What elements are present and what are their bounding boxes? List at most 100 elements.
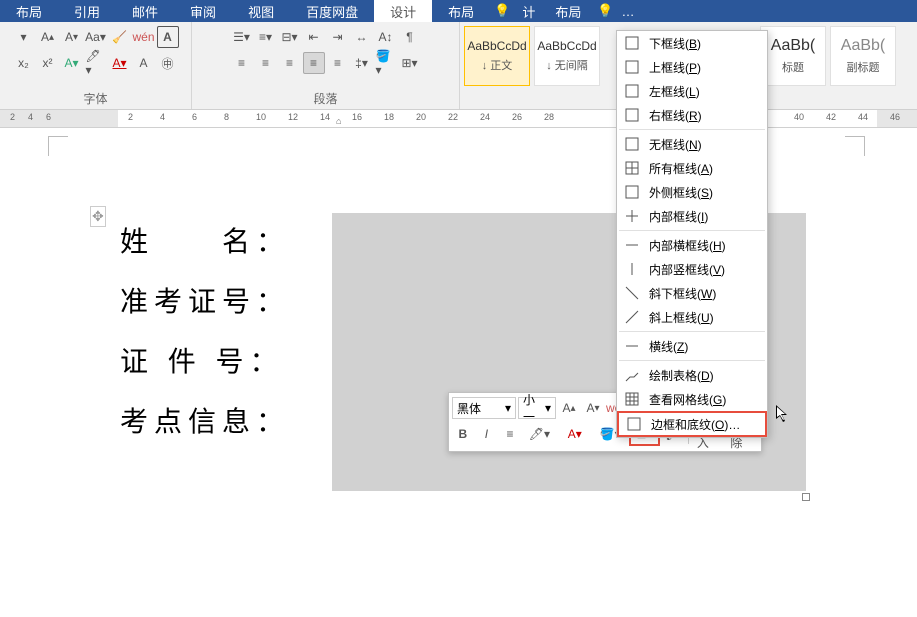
ruler-tick: 46 (890, 112, 900, 122)
sort-button[interactable]: A↕ (375, 26, 397, 48)
ruler-tick: 10 (256, 112, 266, 122)
align-right-button[interactable]: ≡ (279, 52, 301, 74)
subscript-button[interactable]: x₂ (13, 52, 35, 74)
tell-me2[interactable]: 布局 (543, 0, 593, 22)
border-item-label: 右框线(R) (649, 107, 702, 124)
anchor-icon[interactable]: ✥ (90, 206, 106, 227)
border-item-top[interactable]: 上框线(P) (617, 55, 767, 79)
menu-design[interactable]: 设计 (374, 0, 432, 22)
all-border-icon (623, 159, 641, 177)
font-select-dropdown[interactable]: ▾ (13, 26, 35, 48)
resize-handle-br[interactable] (802, 493, 810, 501)
enclose-char-button[interactable]: ㊥ (157, 52, 179, 74)
border-item-diagd[interactable]: 斜下框线(W) (617, 281, 767, 305)
char-shading-button[interactable]: A (133, 52, 155, 74)
border-item-bottom[interactable]: 下框线(B) (617, 31, 767, 55)
border-item-none[interactable]: 无框线(N) (617, 132, 767, 156)
ruler-tick: 20 (416, 112, 426, 122)
ruler-tick: 6 (46, 112, 51, 122)
style-sample: AaBbCcDd (467, 39, 526, 53)
border-button[interactable]: ⊞▾ (399, 52, 421, 74)
ruler-tick: 2 (128, 112, 133, 122)
style-no-spacing[interactable]: AaBbCcDd ↓ 无间隔 (534, 26, 600, 86)
align-left-button[interactable]: ≡ (231, 52, 253, 74)
clear-formatting-button[interactable]: 🧹 (109, 26, 131, 48)
superscript-button[interactable]: x² (37, 52, 59, 74)
style-title[interactable]: AaBb( 标题 (760, 26, 826, 86)
decrease-indent-button[interactable]: ⇤ (303, 26, 325, 48)
multilevel-list-button[interactable]: ⊟▾ (279, 26, 301, 48)
ruler-tick: 14 (320, 112, 330, 122)
mini-grow-font[interactable]: A▴ (558, 396, 580, 420)
menu-mailings[interactable]: 邮件 (116, 0, 174, 22)
menu-references[interactable]: 引用 (58, 0, 116, 22)
mini-bold-button[interactable]: B (452, 422, 474, 446)
menu-layout2[interactable]: 布局 (432, 0, 490, 22)
doc-line[interactable]: 姓 名： (120, 228, 290, 256)
menu-baidu-netdisk[interactable]: 百度网盘 (290, 0, 374, 22)
text-effects-button[interactable]: A▾ (61, 52, 83, 74)
document-area[interactable]: ✥ 姓 名： 准考证号： 证 件 号： 考点信息： (0, 128, 917, 615)
inh-border-icon (623, 236, 641, 254)
highlight-button[interactable]: 🖊▾ (85, 52, 107, 74)
menu-view[interactable]: 视图 (232, 0, 290, 22)
shrink-font-button[interactable]: A▾ (61, 26, 83, 48)
border-item-inside[interactable]: 内部框线(I) (617, 204, 767, 228)
menu-layout1[interactable]: 布局 (0, 0, 58, 22)
doc-line[interactable]: 考点信息： (120, 408, 290, 436)
ruler-tick: 44 (858, 112, 868, 122)
horizontal-ruler[interactable]: ⌂ 24624681012141618202224262840424446 (0, 110, 917, 128)
border-item-grid[interactable]: 查看网格线(G) (617, 387, 767, 411)
border-item-inv[interactable]: 内部竖框线(V) (617, 257, 767, 281)
mini-shrink-font[interactable]: A▾ (582, 396, 604, 420)
tell-me1[interactable]: 计 (514, 0, 543, 22)
ltr-button[interactable]: ↔ (351, 26, 373, 48)
justify-button[interactable]: ≡ (303, 52, 325, 74)
mini-font-select[interactable]: 黑体▾ (452, 397, 516, 419)
border-item-right[interactable]: 右框线(R) (617, 103, 767, 127)
increase-indent-button[interactable]: ⇥ (327, 26, 349, 48)
border-item-inh[interactable]: 内部横框线(H) (617, 233, 767, 257)
style-subtitle[interactable]: AaBb( 副标题 (830, 26, 896, 86)
border-item-label: 内部竖框线(V) (649, 261, 725, 278)
border-item-hline[interactable]: 横线(Z) (617, 334, 767, 358)
menu-review[interactable]: 审阅 (174, 0, 232, 22)
distribute-button[interactable]: ≡ (327, 52, 349, 74)
number-list-button[interactable]: ≡▾ (255, 26, 277, 48)
mini-highlight-button[interactable]: 🖊▾ (523, 422, 556, 446)
doc-line[interactable]: 准考证号： (120, 288, 290, 316)
bullet-list-button[interactable]: ☰▾ (231, 26, 253, 48)
dropdown-separator (619, 230, 765, 231)
align-center-button[interactable]: ≡ (255, 52, 277, 74)
font-color-button[interactable]: A▾ (109, 52, 131, 74)
shading-button[interactable]: 🪣▾ (375, 52, 397, 74)
border-item-label: 所有框线(A) (649, 160, 713, 177)
border-item-label: 内部横框线(H) (649, 237, 726, 254)
dropdown-separator (619, 360, 765, 361)
border-item-label: 斜下框线(W) (649, 285, 716, 302)
mini-font-color-button[interactable]: A▾ (558, 422, 591, 446)
mini-size-select[interactable]: 小一▾ (518, 397, 556, 419)
change-case-button[interactable]: Aa▾ (85, 26, 107, 48)
mini-justify-button[interactable]: ≡ (499, 422, 521, 446)
border-item-label: 查看网格线(G) (649, 391, 726, 408)
doc-line[interactable]: 证 件 号： (120, 348, 290, 376)
indent-marker[interactable]: ⌂ (336, 116, 346, 126)
border-item-draw[interactable]: 绘制表格(D) (617, 363, 767, 387)
mini-italic-button[interactable]: I (476, 422, 498, 446)
line-spacing-button[interactable]: ‡▾ (351, 52, 373, 74)
border-item-all[interactable]: 所有框线(A) (617, 156, 767, 180)
border-item-left[interactable]: 左框线(L) (617, 79, 767, 103)
border-item-diagu[interactable]: 斜上框线(U) (617, 305, 767, 329)
char-border-button[interactable]: A (157, 26, 179, 48)
tell-me3[interactable]: … (618, 0, 639, 22)
border-item-outside[interactable]: 外侧框线(S) (617, 180, 767, 204)
grow-font-button[interactable]: A▴ (37, 26, 59, 48)
hline-border-icon (623, 337, 641, 355)
show-marks-button[interactable]: ¶ (399, 26, 421, 48)
ruler-tick: 18 (384, 112, 394, 122)
phonetic-guide-button[interactable]: wén (133, 26, 155, 48)
border-item-label: 斜上框线(U) (649, 309, 714, 326)
style-normal[interactable]: AaBbCcDd ↓ 正文 (464, 26, 530, 86)
border-item-shading[interactable]: 边框和底纹(O)… (617, 411, 767, 437)
